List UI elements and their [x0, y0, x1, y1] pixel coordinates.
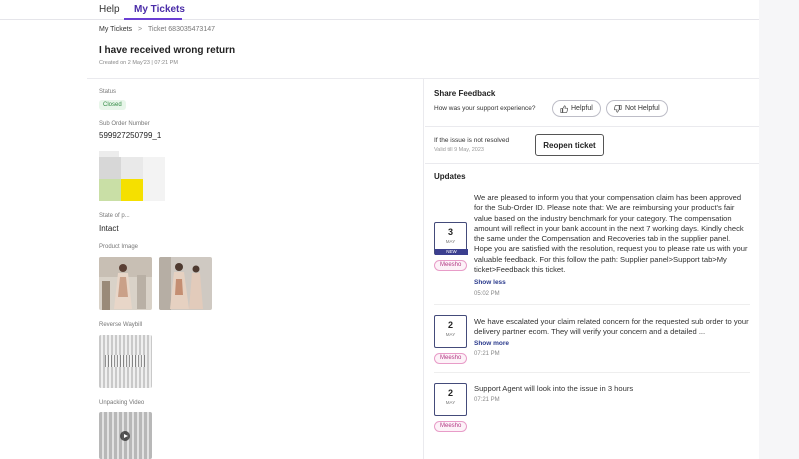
ticket-page: Help My Tickets My Tickets > Ticket 6830… [0, 0, 759, 459]
breadcrumb-my-tickets[interactable]: My Tickets [99, 26, 132, 33]
feedback-divider [425, 126, 759, 127]
status-badge: Closed [99, 100, 126, 110]
update-divider [434, 372, 750, 373]
updates-title: Updates [434, 172, 466, 181]
share-feedback-title: Share Feedback [434, 89, 496, 98]
update-day: 3 [447, 227, 453, 237]
created-timestamp: Created on 2 May'23 | 07:21 PM [99, 60, 178, 66]
active-tab-indicator [124, 18, 182, 20]
product-image-label: Product Image [99, 244, 139, 250]
update-divider [434, 304, 750, 305]
tab-bar: Help My Tickets [0, 0, 759, 20]
tab-my-tickets[interactable]: My Tickets [134, 4, 185, 15]
state-value: Intact [99, 224, 119, 233]
page-title: I have received wrong return [99, 45, 236, 56]
sub-order-label: Sub Order Number [99, 121, 150, 127]
show-more-link[interactable]: Show more [474, 340, 509, 347]
update-message: We have escalated your claim related con… [474, 317, 749, 337]
update-time: 05:02 PM [474, 291, 500, 297]
unpacking-video-label: Unpacking Video [99, 400, 145, 406]
status-label: Status [99, 89, 117, 95]
update-date-box: 3 MAY NEW [434, 222, 468, 255]
not-helpful-button[interactable]: Not Helpful [606, 100, 668, 117]
source-tag: Meesho [434, 260, 468, 271]
breadcrumb-current-ticket: Ticket 683035473147 [147, 26, 216, 33]
product-image-2[interactable] [159, 257, 212, 310]
update-date-box: 2 MAY [434, 383, 467, 416]
play-icon[interactable] [120, 431, 130, 441]
reopen-divider [425, 163, 759, 164]
unpacking-video-thumbnail[interactable] [99, 412, 152, 459]
source-tag: Meesho [434, 421, 468, 432]
sub-order-value: 599927250799_1 [99, 131, 162, 140]
reverse-waybill-image[interactable] [99, 335, 152, 388]
update-day: 2 [447, 388, 453, 398]
reopen-ticket-button[interactable]: Reopen ticket [535, 134, 604, 156]
update-message: We are pleased to inform you that your c… [474, 193, 748, 275]
update-month: MAY [445, 332, 456, 337]
update-date-box: 2 MAY [434, 315, 467, 348]
update-month: MAY [445, 400, 456, 405]
update-message: Support Agent will look into the issue i… [474, 384, 634, 393]
not-helpful-label: Not Helpful [625, 105, 660, 112]
update-month: MAY [445, 239, 456, 244]
thumbs-up-icon [560, 104, 568, 113]
state-label: State of p... [99, 213, 130, 219]
reopen-hint: If the issue is not resolved [434, 137, 510, 144]
thumbs-down-icon [614, 104, 622, 113]
feedback-question: How was your support experience? [434, 105, 536, 112]
show-less-link[interactable]: Show less [474, 279, 506, 286]
update-time: 07:21 PM [474, 397, 500, 403]
helpful-button[interactable]: Helpful [552, 100, 601, 117]
new-badge: NEW [435, 249, 468, 255]
reopen-valid-date: Valid till 9 May, 2023 [434, 147, 484, 153]
product-image-1[interactable] [99, 257, 152, 310]
breadcrumb: My Tickets > Ticket 683035473147 [99, 26, 215, 33]
ticket-activity-panel: Share Feedback How was your support expe… [425, 79, 759, 459]
update-time: 07:21 PM [474, 351, 500, 357]
tab-help[interactable]: Help [99, 4, 120, 15]
reverse-waybill-label: Reverse Waybill [99, 322, 143, 328]
window-gutter [759, 0, 799, 459]
update-day: 2 [447, 320, 453, 330]
ticket-details-panel: Status Closed Sub Order Number 599927250… [87, 79, 424, 459]
source-tag: Meesho [434, 353, 468, 364]
chevron-right-icon: > [138, 26, 143, 33]
helpful-label: Helpful [571, 105, 593, 112]
